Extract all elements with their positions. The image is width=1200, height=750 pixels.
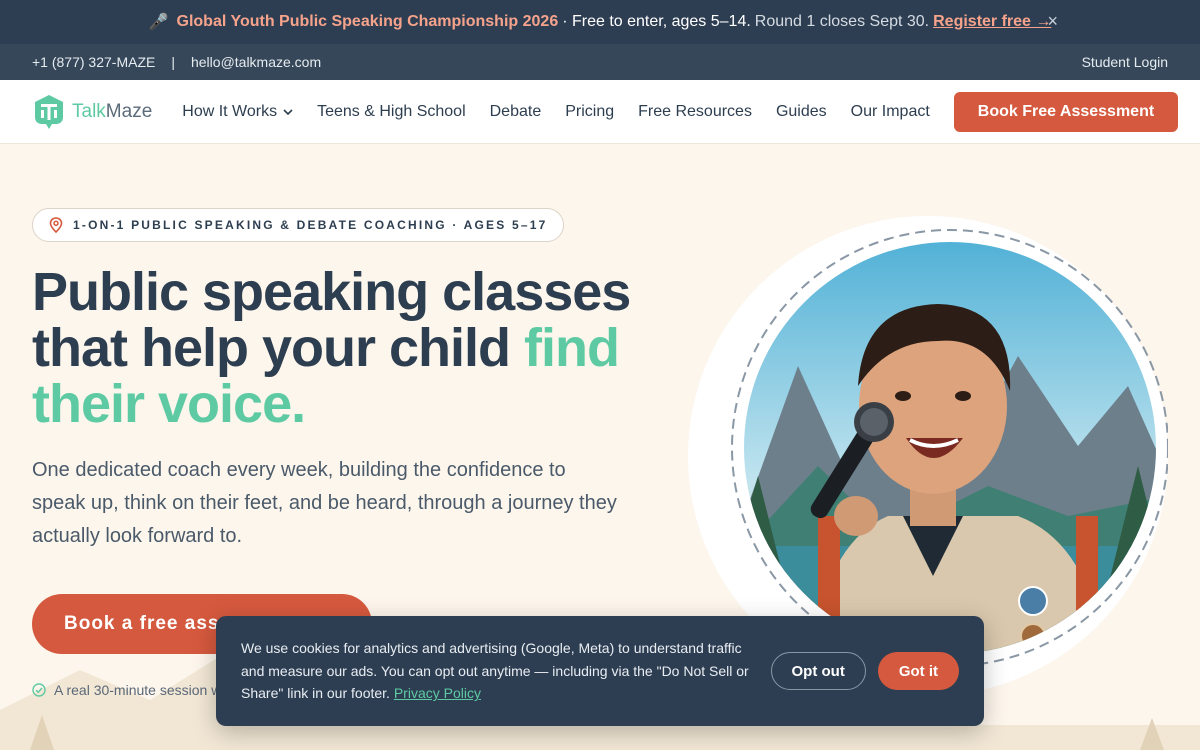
announcement-middle: · Free to enter, ages 5–14. (562, 13, 751, 30)
student-login-link[interactable]: Student Login (1082, 54, 1168, 70)
nav-debate[interactable]: Debate (490, 103, 542, 121)
email-link[interactable]: hello@talkmaze.com (191, 54, 321, 70)
contact-separator: | (171, 54, 175, 70)
nav-our-impact[interactable]: Our Impact (851, 103, 930, 121)
logo[interactable]: TalkMaze (32, 93, 152, 131)
privacy-policy-link[interactable]: Privacy Policy (394, 685, 481, 701)
microphone-icon: 🎤 (148, 14, 169, 31)
hero-headline: Public speaking classes that help your c… (32, 264, 672, 432)
cookie-text: We use cookies for analytics and adverti… (241, 637, 761, 705)
check-circle-icon (32, 683, 46, 697)
book-free-assessment-button[interactable]: Book Free Assessment (953, 91, 1179, 132)
nav-how-it-works-label: How It Works (182, 102, 278, 120)
main-nav: TalkMaze How It Works Teens & High Schoo… (0, 80, 1200, 144)
contact-bar: +1 (877) 327-MAZE | hello@talkmaze.com S… (0, 44, 1200, 80)
logo-text-talk: Talk (72, 100, 106, 122)
logo-icon (35, 94, 63, 129)
cookie-message: We use cookies for analytics and adverti… (241, 640, 749, 702)
cookie-actions: Opt out Got it (770, 652, 959, 690)
nav-teens-high-school[interactable]: Teens & High School (317, 103, 466, 121)
chevron-down-icon (283, 108, 293, 115)
coaching-badge: 1-ON-1 PUBLIC SPEAKING & DEBATE COACHING… (32, 208, 565, 242)
announcement-highlight: Global Youth Public Speaking Championshi… (176, 13, 559, 30)
location-pin-icon (49, 217, 63, 233)
close-icon[interactable]: × (1047, 11, 1058, 32)
announcement-detail: Round 1 closes Sept 30. (754, 13, 930, 30)
opt-out-button[interactable]: Opt out (770, 652, 866, 690)
nav-how-it-works[interactable]: How It Works (182, 103, 293, 121)
nav-guides[interactable]: Guides (776, 103, 827, 121)
logo-text-maze: Maze (105, 100, 153, 122)
nav-free-resources[interactable]: Free Resources (638, 103, 752, 121)
register-link[interactable]: Register free → (933, 13, 1051, 31)
got-it-button[interactable]: Got it (877, 652, 959, 690)
hero-description: One dedicated coach every week, building… (32, 459, 617, 547)
announcement-bar: 🎤 Global Youth Public Speaking Champions… (0, 0, 1200, 44)
cookie-banner: We use cookies for analytics and adverti… (216, 616, 984, 726)
logo-text: TalkMaze (72, 101, 152, 123)
coaching-badge-label: 1-ON-1 PUBLIC SPEAKING & DEBATE COACHING… (73, 218, 548, 232)
nav-pricing[interactable]: Pricing (565, 103, 614, 121)
phone-link[interactable]: +1 (877) 327-MAZE (32, 54, 155, 70)
nav-links: How It Works Teens & High School Debate … (182, 103, 954, 121)
